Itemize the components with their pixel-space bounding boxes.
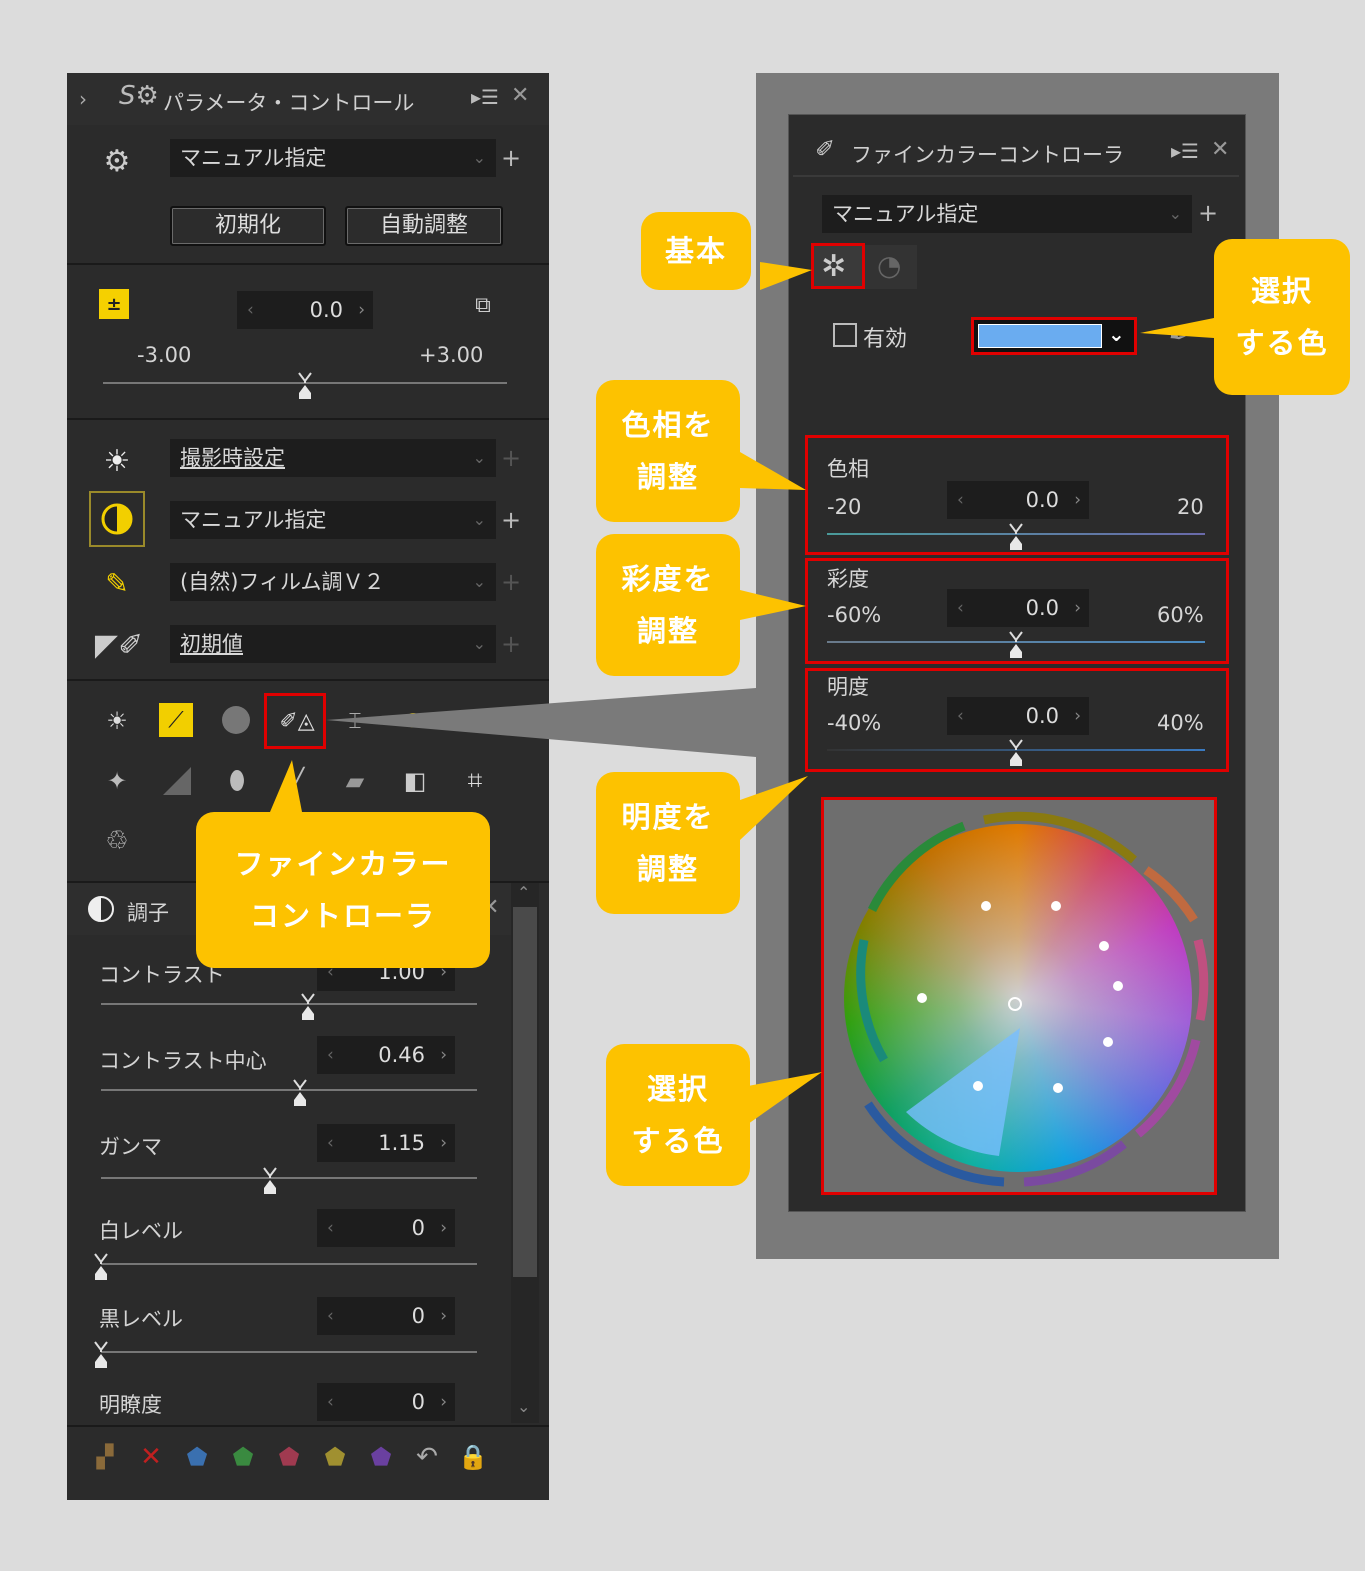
callout-basic: 基本 (641, 212, 751, 290)
callout-saturation: 彩度を 調整 (596, 534, 740, 676)
callout-hue: 色相を 調整 (596, 380, 740, 522)
callout-wheel-color: 選択 する色 (606, 1044, 750, 1186)
callout-fine-color-controller: ファインカラー コントローラ (196, 812, 490, 968)
callout-select-color: 選択 する色 (1214, 239, 1350, 395)
callout-brightness: 明度を 調整 (596, 772, 740, 914)
